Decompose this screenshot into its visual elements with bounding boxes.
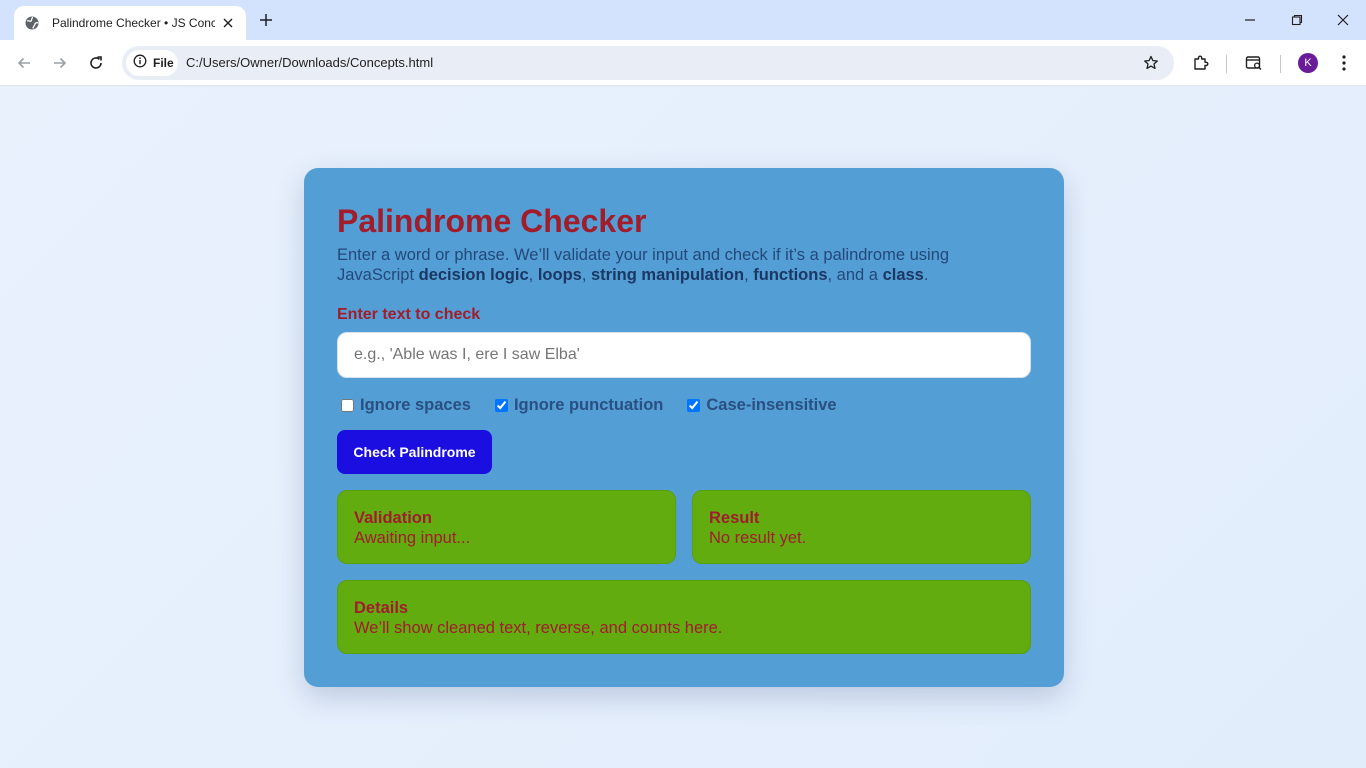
tab-title: Palindrome Checker • JS Concepts: [52, 16, 215, 30]
option-ignore-spaces[interactable]: Ignore spaces: [337, 396, 471, 415]
back-arrow-icon[interactable]: [13, 52, 35, 74]
details-text: We’ll show cleaned text, reverse, and co…: [354, 619, 723, 637]
subtitle-separator: ,: [528, 266, 538, 284]
forward-arrow-icon[interactable]: [49, 52, 71, 74]
validation-title: Validation: [354, 509, 432, 527]
minimize-icon[interactable]: [1240, 10, 1260, 30]
input-label: Enter text to check: [337, 306, 481, 323]
subtitle-term-loops: loops: [537, 266, 582, 284]
details-panel: Details We’ll show cleaned text, reverse…: [337, 580, 1031, 654]
toolbar-divider: [1280, 55, 1281, 73]
bookmark-star-icon[interactable]: [1142, 54, 1160, 72]
subtitle-separator: , and a: [827, 266, 883, 284]
option-label: Case-insensitive: [706, 395, 837, 414]
browser-toolbar: File C:/Users/Owner/Downloads/Concepts.h…: [0, 40, 1366, 86]
page-viewport: Palindrome Checker Enter a word or phras…: [0, 87, 1366, 768]
browser-tab[interactable]: Palindrome Checker • JS Concepts: [14, 6, 246, 40]
page-subtitle: Enter a word or phrase. We’ll validate y…: [337, 245, 997, 285]
subtitle-separator: ,: [744, 266, 754, 284]
restore-icon[interactable]: [1287, 10, 1307, 30]
reload-icon[interactable]: [85, 52, 107, 74]
option-ignore-punctuation[interactable]: Ignore punctuation: [491, 396, 663, 415]
subtitle-term-decision-logic: decision logic: [418, 266, 529, 284]
result-text: No result yet.: [709, 529, 807, 547]
url-text: C:/Users/Owner/Downloads/Concepts.html: [186, 55, 434, 70]
toolbar-divider: [1226, 55, 1227, 73]
check-palindrome-button[interactable]: Check Palindrome: [337, 430, 492, 474]
subtitle-separator: ,: [581, 266, 591, 284]
chip-label: File: [153, 56, 174, 70]
ignore-spaces-checkbox[interactable]: [341, 398, 354, 412]
subtitle-term-functions: functions: [753, 266, 828, 284]
tab-strip: Palindrome Checker • JS Concepts: [0, 0, 1366, 40]
extensions-puzzle-icon[interactable]: [1190, 52, 1212, 74]
close-tab-icon[interactable]: [221, 15, 236, 31]
kebab-menu-icon[interactable]: [1333, 52, 1355, 74]
profile-avatar[interactable]: K: [1298, 53, 1318, 73]
address-bar[interactable]: File C:/Users/Owner/Downloads/Concepts.h…: [122, 46, 1174, 80]
options-row: Ignore spaces Ignore punctuation Case-in…: [337, 395, 1031, 415]
result-panel: Result No result yet.: [692, 490, 1031, 564]
subtitle-term-class: class: [882, 266, 924, 284]
result-title: Result: [709, 509, 760, 527]
details-title: Details: [354, 599, 409, 617]
ignore-punctuation-checkbox[interactable]: [494, 398, 508, 412]
site-info-chip[interactable]: File: [126, 50, 178, 76]
option-label: Ignore punctuation: [513, 395, 664, 414]
result-panels: Validation Awaiting input... Result No r…: [337, 490, 1031, 564]
validation-panel: Validation Awaiting input...: [337, 490, 676, 564]
new-tab-icon[interactable]: [256, 10, 276, 30]
tab-search-icon[interactable]: [1243, 52, 1265, 74]
case-insensitive-checkbox[interactable]: [687, 398, 701, 412]
palindrome-text-input[interactable]: [337, 332, 1031, 378]
info-icon: [133, 54, 147, 73]
validation-text: Awaiting input...: [354, 529, 471, 547]
palindrome-card: Palindrome Checker Enter a word or phras…: [304, 168, 1064, 687]
close-window-icon[interactable]: [1333, 10, 1353, 30]
subtitle-term-string-manipulation: string manipulation: [591, 266, 745, 284]
globe-icon: [24, 15, 40, 31]
option-case-insensitive[interactable]: Case-insensitive: [683, 395, 837, 415]
option-label: Ignore spaces: [360, 395, 471, 414]
page-title: Palindrome Checker: [337, 203, 647, 239]
subtitle-end: .: [923, 266, 929, 284]
